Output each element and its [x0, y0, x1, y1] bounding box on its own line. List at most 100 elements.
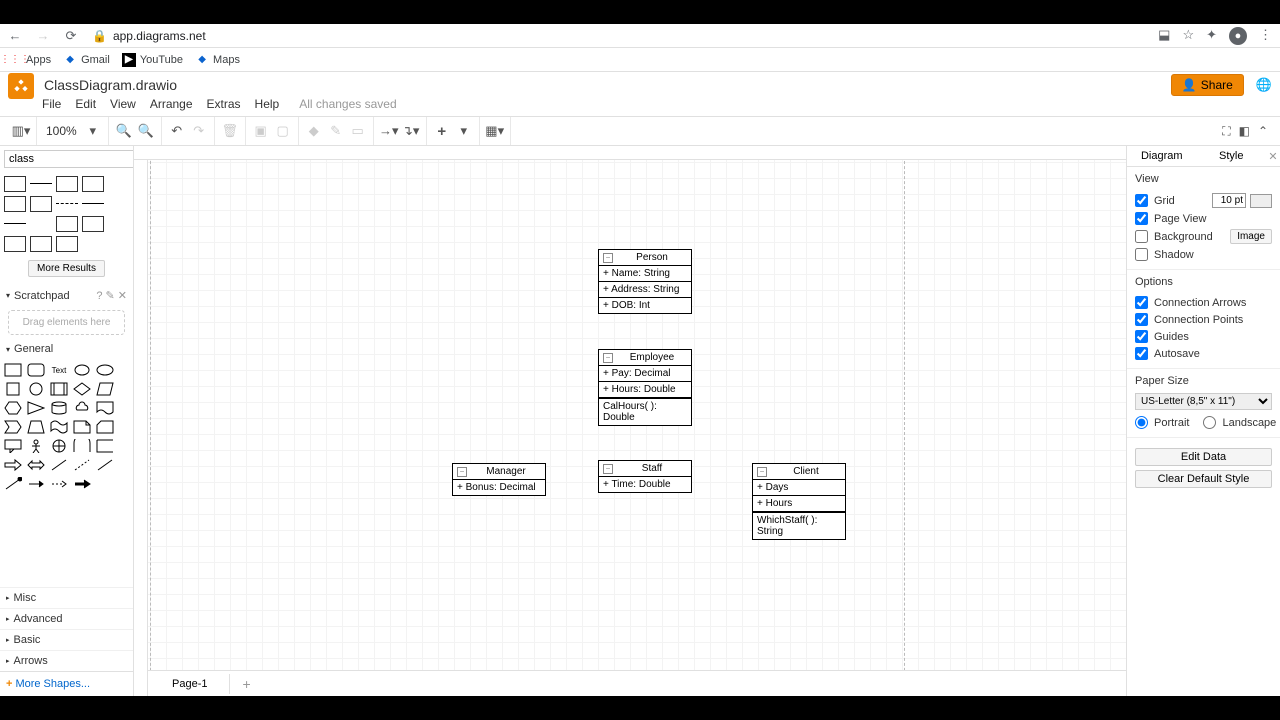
- shape-result[interactable]: [30, 223, 52, 227]
- shape-biarrow[interactable]: [27, 458, 45, 472]
- guides-checkbox[interactable]: [1135, 330, 1148, 343]
- shape-result[interactable]: [4, 223, 26, 225]
- bookmark-youtube[interactable]: ▶YouTube: [122, 53, 183, 67]
- shape-result[interactable]: [4, 176, 26, 192]
- shape-datastore[interactable]: [96, 439, 114, 453]
- advanced-section[interactable]: ▸Advanced: [0, 608, 133, 629]
- menu-extras[interactable]: Extras: [207, 97, 241, 111]
- pageview-checkbox[interactable]: [1135, 212, 1148, 225]
- menu-view[interactable]: View: [110, 97, 136, 111]
- collapse-icon[interactable]: ⌃: [1258, 124, 1268, 139]
- shape-step[interactable]: [4, 420, 22, 434]
- shape-result[interactable]: [82, 216, 104, 232]
- shape-result[interactable]: [30, 183, 52, 185]
- shape-diamond[interactable]: [73, 382, 91, 396]
- collapse-icon[interactable]: −: [603, 464, 613, 474]
- add-icon[interactable]: +: [433, 123, 451, 140]
- shape-search-input[interactable]: [4, 150, 134, 168]
- shape-result[interactable]: [4, 236, 26, 252]
- share-button[interactable]: 👤 Share: [1171, 74, 1244, 96]
- chevron-down-icon[interactable]: ▾: [84, 123, 102, 139]
- table-icon[interactable]: ▦▾: [486, 123, 504, 139]
- arrows-section[interactable]: ▸Arrows: [0, 650, 133, 671]
- shape-note[interactable]: [73, 420, 91, 434]
- view-mode-icon[interactable]: ▥▾: [12, 123, 30, 139]
- url-bar[interactable]: 🔒 app.diagrams.net: [92, 29, 206, 43]
- shape-result[interactable]: [56, 176, 78, 192]
- menu-edit[interactable]: Edit: [75, 97, 96, 111]
- to-front-icon[interactable]: ▣: [252, 123, 270, 139]
- install-icon[interactable]: ⬓: [1158, 27, 1170, 45]
- collapse-icon[interactable]: −: [603, 253, 613, 263]
- shape-or[interactable]: [50, 439, 68, 453]
- format-panel-icon[interactable]: ◧: [1239, 124, 1250, 139]
- general-header[interactable]: ▾General: [0, 339, 133, 359]
- line-icon[interactable]: ✎: [327, 123, 345, 139]
- shape-trapezoid[interactable]: [27, 420, 45, 434]
- shape-tape[interactable]: [50, 420, 68, 434]
- bookmark-star-icon[interactable]: ☆: [1182, 27, 1194, 45]
- shape-conn[interactable]: [4, 477, 22, 491]
- shape-ellipse[interactable]: [73, 363, 91, 377]
- portrait-radio[interactable]: [1135, 416, 1148, 429]
- shape-circle[interactable]: [27, 382, 45, 396]
- background-checkbox[interactable]: [1135, 230, 1148, 243]
- shape-result[interactable]: [56, 203, 78, 205]
- class-employee[interactable]: −Employee + Pay: Decimal + Hours: Double…: [598, 349, 692, 426]
- chevron-down-icon[interactable]: ▾: [455, 123, 473, 139]
- conn-points-checkbox[interactable]: [1135, 313, 1148, 326]
- bookmark-gmail[interactable]: ◆Gmail: [63, 53, 110, 67]
- clear-default-style-button[interactable]: Clear Default Style: [1135, 470, 1272, 488]
- shape-hexagon[interactable]: [4, 401, 22, 415]
- shape-arrow-line[interactable]: [27, 477, 45, 491]
- waypoint-icon[interactable]: ↴▾: [402, 123, 420, 139]
- reload-icon[interactable]: ⟳: [64, 28, 78, 44]
- avatar[interactable]: ●: [1229, 27, 1247, 45]
- back-icon[interactable]: ←: [8, 28, 22, 43]
- grid-color-swatch[interactable]: [1250, 194, 1272, 208]
- shape-line[interactable]: [50, 458, 68, 472]
- edit-data-button[interactable]: Edit Data: [1135, 448, 1272, 466]
- collapse-icon[interactable]: −: [757, 467, 767, 477]
- canvas[interactable]: −Person + Name: String + Address: String…: [134, 146, 1126, 696]
- shape-dashed[interactable]: [73, 458, 91, 472]
- page-tab[interactable]: Page-1: [150, 674, 230, 694]
- zoom-out-icon[interactable]: 🔍: [137, 123, 155, 139]
- basic-section[interactable]: ▸Basic: [0, 629, 133, 650]
- delete-icon[interactable]: 🗑: [221, 123, 239, 139]
- grid-size-input[interactable]: [1212, 193, 1246, 208]
- tab-diagram[interactable]: Diagram: [1127, 146, 1197, 166]
- shape-thick-arrow[interactable]: [73, 477, 91, 491]
- shape-arrow[interactable]: [4, 458, 22, 472]
- undo-icon[interactable]: ↶: [168, 123, 186, 139]
- collapse-icon[interactable]: −: [457, 467, 467, 477]
- shape-cloud[interactable]: [73, 401, 91, 415]
- scratchpad-dropzone[interactable]: Drag elements here: [8, 310, 125, 335]
- shape-callout[interactable]: [4, 439, 22, 453]
- add-page-button[interactable]: +: [230, 676, 262, 692]
- menu-help[interactable]: Help: [255, 97, 280, 111]
- shape-result[interactable]: [56, 236, 78, 252]
- misc-section[interactable]: ▸Misc: [0, 587, 133, 608]
- shape-square[interactable]: [4, 382, 22, 396]
- class-staff[interactable]: −Staff + Time: Double: [598, 460, 692, 493]
- shape-result[interactable]: [82, 176, 104, 192]
- tab-style[interactable]: Style: [1197, 146, 1267, 166]
- class-client[interactable]: −Client + Days + Hours WhichStaff( ): St…: [752, 463, 846, 540]
- bookmark-maps[interactable]: ◆Maps: [195, 53, 240, 67]
- globe-icon[interactable]: 🌐: [1256, 77, 1272, 93]
- extensions-icon[interactable]: ✦: [1206, 27, 1217, 45]
- menu-file[interactable]: File: [42, 97, 61, 111]
- landscape-radio[interactable]: [1203, 416, 1216, 429]
- autosave-checkbox[interactable]: [1135, 347, 1148, 360]
- document-title[interactable]: ClassDiagram.drawio: [44, 77, 177, 93]
- browser-menu-icon[interactable]: ⋮: [1259, 27, 1272, 45]
- shadow-checkbox[interactable]: [1135, 248, 1148, 261]
- shape-process[interactable]: [50, 382, 68, 396]
- conn-arrows-checkbox[interactable]: [1135, 296, 1148, 309]
- shape-result[interactable]: [4, 196, 26, 212]
- more-shapes-button[interactable]: +More Shapes...: [0, 671, 133, 696]
- shape-rect[interactable]: [4, 363, 22, 377]
- shape-text[interactable]: Text: [50, 363, 68, 377]
- redo-icon[interactable]: ↷: [190, 123, 208, 139]
